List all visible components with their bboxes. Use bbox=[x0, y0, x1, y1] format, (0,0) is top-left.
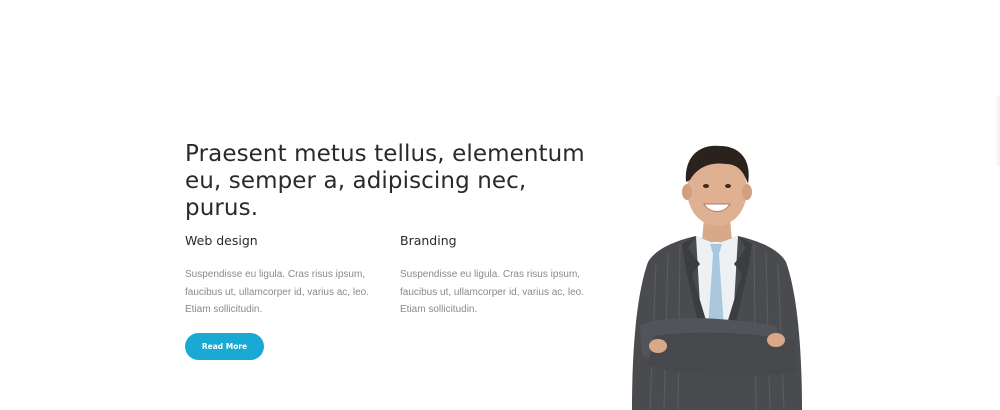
service-description: Suspendisse eu ligula. Cras risus ipsum,… bbox=[400, 269, 584, 315]
read-more-button[interactable]: Read More bbox=[185, 333, 264, 360]
about-section: Praesent metus tellus, elementum eu, sem… bbox=[185, 141, 605, 360]
service-title: Branding bbox=[400, 233, 457, 248]
service-column-branding: Branding Suspendisse eu ligula. Cras ris… bbox=[400, 233, 590, 319]
section-headline: Praesent metus tellus, elementum eu, sem… bbox=[185, 141, 605, 222]
businessman-photo bbox=[626, 140, 806, 410]
headline-line-1: Praesent metus tellus, elementum bbox=[185, 141, 585, 167]
scroll-edge bbox=[994, 96, 1000, 166]
service-column-web-design: Web design Suspendisse eu ligula. Cras r… bbox=[185, 233, 375, 319]
headline-line-2: eu, semper a, adipiscing nec, purus. bbox=[185, 168, 527, 221]
service-description: Suspendisse eu ligula. Cras risus ipsum,… bbox=[185, 269, 369, 315]
service-title: Web design bbox=[185, 233, 258, 248]
